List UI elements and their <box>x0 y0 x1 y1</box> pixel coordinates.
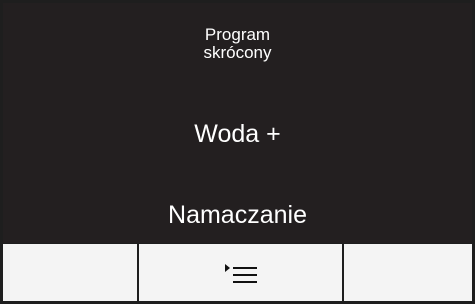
right-softkey[interactable] <box>344 244 472 301</box>
option-namaczanie[interactable]: Namaczanie <box>3 201 472 229</box>
program-title-line-1: Program <box>204 25 271 44</box>
menu-softkey[interactable] <box>139 244 342 301</box>
appliance-display: Program skrócony Woda + Namaczanie <box>0 0 475 304</box>
program-title: Program skrócony <box>3 26 472 62</box>
display-screen: Program skrócony Woda + Namaczanie <box>3 3 472 243</box>
left-softkey[interactable] <box>3 244 137 301</box>
option-woda-plus[interactable]: Woda + <box>3 120 472 148</box>
menu-list-icon <box>224 263 258 285</box>
softkey-bar <box>3 244 472 301</box>
program-title-line-2: skrócony <box>203 43 272 62</box>
